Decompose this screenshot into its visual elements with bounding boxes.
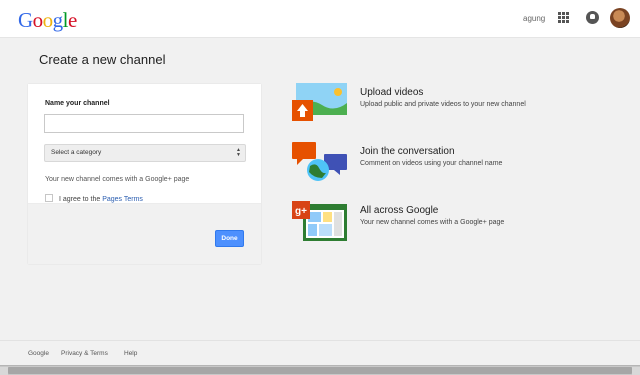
upload-icon xyxy=(292,83,347,121)
gplus-note: Your new channel comes with a Google+ pa… xyxy=(45,176,190,183)
footer-privacy-link[interactable]: Privacy & Terms xyxy=(61,350,108,357)
notifications-icon[interactable] xyxy=(586,11,599,24)
top-bar: Google agung xyxy=(0,0,640,38)
create-channel-form: Name your channel Select a category ▲ ▼ Y… xyxy=(28,84,261,264)
logo-letter: e xyxy=(68,8,77,32)
footer-google-link[interactable]: Google xyxy=(28,350,49,357)
conversation-icon xyxy=(292,142,347,181)
google-logo[interactable]: Google xyxy=(18,8,77,33)
logo-letter: o xyxy=(32,8,44,32)
feature-upload-videos: Upload videos Upload public and private … xyxy=(292,83,622,128)
scroll-right-arrow[interactable] xyxy=(632,367,640,375)
svg-text:g+: g+ xyxy=(295,206,307,217)
category-select[interactable]: Select a category ▲ ▼ xyxy=(44,144,246,162)
select-arrows-icon: ▲ ▼ xyxy=(236,147,241,158)
pages-terms-link[interactable]: Pages Terms xyxy=(102,196,143,203)
feature-description: Upload public and private videos to your… xyxy=(360,101,526,108)
feature-description: Comment on videos using your channel nam… xyxy=(360,160,503,167)
horizontal-scrollbar[interactable] xyxy=(0,365,640,375)
feature-title: Join the conversation xyxy=(360,146,455,157)
google-plus-icon: g+ xyxy=(292,201,347,241)
logo-letter: o xyxy=(42,8,54,32)
feature-title: All across Google xyxy=(360,205,439,216)
done-button[interactable]: Done xyxy=(215,230,244,247)
form-body: Name your channel Select a category ▲ ▼ Y… xyxy=(28,84,261,203)
channel-name-input[interactable] xyxy=(44,114,244,133)
feature-description: Your new channel comes with a Google+ pa… xyxy=(360,219,505,226)
scrollbar-thumb[interactable] xyxy=(8,367,632,374)
logo-letter: g xyxy=(52,8,64,32)
terms-checkbox[interactable] xyxy=(45,194,53,202)
avatar[interactable] xyxy=(610,8,630,28)
form-footer: Done xyxy=(28,203,261,264)
apps-grid-icon[interactable] xyxy=(558,12,569,23)
feature-title: Upload videos xyxy=(360,87,424,98)
channel-name-label: Name your channel xyxy=(45,100,110,107)
terms-prefix: I agree to the xyxy=(59,196,103,203)
feature-join-conversation: Join the conversation Comment on videos … xyxy=(292,142,622,187)
footer-help-link[interactable]: Help xyxy=(124,350,137,357)
logo-letter: G xyxy=(18,8,33,32)
page-title: Create a new channel xyxy=(39,52,166,67)
username[interactable]: agung xyxy=(523,14,545,23)
category-select-value: Select a category xyxy=(51,149,102,156)
feature-all-across-google: g+ All across Google Your new channel co… xyxy=(292,201,622,246)
terms-row: I agree to the Pages Terms xyxy=(45,194,143,203)
footer: Google Privacy & Terms Help xyxy=(0,340,640,365)
scroll-left-arrow[interactable] xyxy=(0,367,8,375)
